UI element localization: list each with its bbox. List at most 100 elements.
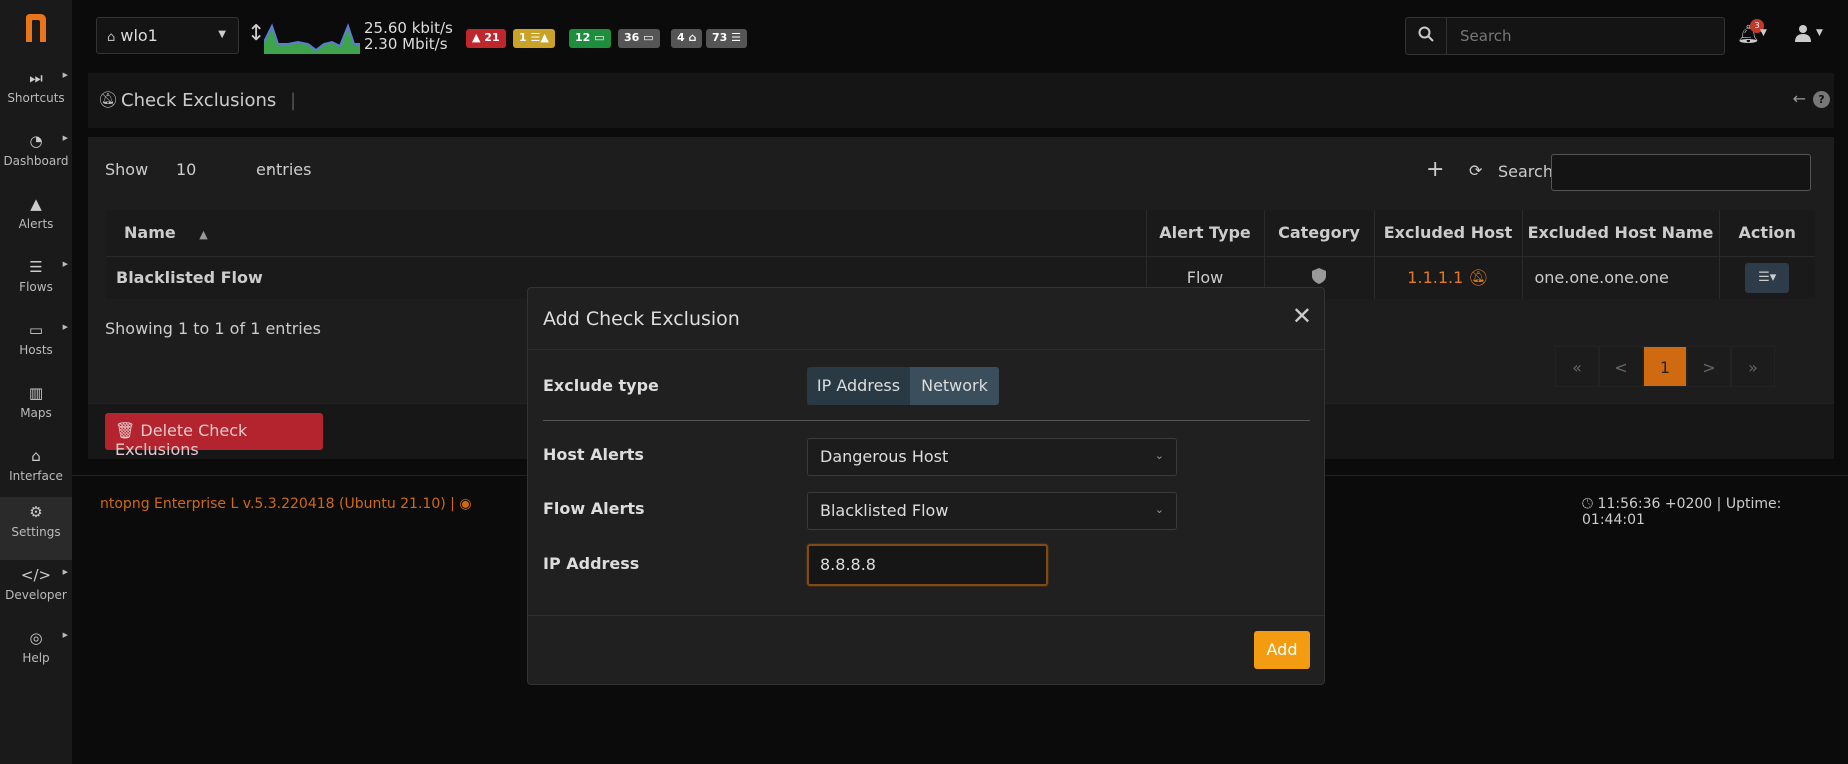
download-rate: 2.30 Mbit/s — [364, 35, 448, 53]
exclude-type-ip-address[interactable]: IP Address — [807, 367, 910, 405]
chevron-down-icon: ▼ — [218, 29, 226, 40]
back-arrow-icon[interactable]: ← — [1793, 89, 1806, 108]
table-search-label: Search — [1498, 162, 1553, 181]
sidebar-item-shortcuts[interactable]: ⏭ Shortcuts ▶ — [0, 63, 72, 126]
title-separator: | — [290, 90, 297, 111]
fast-forward-icon: ⏭ — [29, 69, 43, 87]
page-first-button[interactable]: « — [1555, 346, 1599, 387]
trash-icon: 🗑︎ — [115, 421, 136, 440]
column-excluded-host[interactable]: Excluded Host — [1374, 210, 1523, 257]
version-text[interactable]: ntopng Enterprise L v.5.3.220418 (Ubuntu… — [100, 496, 472, 512]
sidebar-item-label: Maps — [20, 406, 52, 420]
sidebar-item-flows[interactable]: ☰ Flows ▶ — [0, 252, 72, 315]
column-action[interactable]: Action — [1719, 210, 1815, 257]
flow-alerts-select[interactable]: Blacklisted Flow ⌄ — [807, 492, 1177, 530]
refresh-icon[interactable]: ⟳ — [1469, 161, 1482, 180]
github-icon[interactable]: ◉ — [459, 496, 471, 512]
ntopng-logo[interactable] — [22, 12, 50, 44]
chevron-right-icon: ▶ — [62, 71, 68, 79]
chevron-down-icon[interactable]: ▼ — [1816, 28, 1823, 38]
excluded-host-link[interactable]: 1.1.1.1 — [1407, 268, 1463, 287]
chevron-down-icon: ⌄ — [1154, 503, 1164, 516]
status-badge[interactable]: 36 ▭ — [618, 29, 660, 48]
host-alerts-value: Dangerous Host — [820, 447, 949, 466]
page-prev-button[interactable]: < — [1599, 346, 1643, 387]
version-label: ntopng Enterprise L v.5.3.220418 (Ubuntu… — [100, 496, 455, 512]
chevron-right-icon: ▶ — [62, 631, 68, 639]
add-button[interactable]: Add — [1254, 631, 1310, 669]
column-excluded-host-name[interactable]: Excluded Host Name — [1522, 210, 1720, 257]
ethernet-icon: ⌂ — [31, 447, 41, 465]
modal-title: Add Check Exclusion — [543, 308, 740, 330]
sidebar-item-settings[interactable]: ⚙ Settings — [0, 497, 72, 560]
laptop-icon: ▭ — [28, 321, 44, 339]
status-badge[interactable]: 73 ☰ — [706, 29, 747, 48]
gauge-icon: ◔ — [29, 132, 43, 150]
show-label: Show — [105, 160, 149, 179]
flow-alerts-value: Blacklisted Flow — [820, 501, 949, 520]
host-alerts-select[interactable]: Dangerous Host ⌄ — [807, 438, 1177, 476]
page-next-button[interactable]: > — [1687, 346, 1731, 387]
uptime-text: 🕓︎ 11:56:36 +0200 | Uptime: 01:44:01 — [1582, 496, 1848, 528]
sidebar-item-alerts[interactable]: ▲ Alerts — [0, 189, 72, 252]
chevron-right-icon: ▶ — [62, 260, 68, 268]
delete-exclusions-button[interactable]: 🗑︎ Delete Check Exclusions — [105, 413, 323, 459]
add-exclusion-button[interactable]: + — [1426, 157, 1444, 182]
column-name[interactable]: Name ▲ — [106, 210, 1147, 257]
ethernet-icon: ⌂ — [107, 30, 116, 45]
sidebar-item-help[interactable]: ◎ Help ▶ — [0, 623, 72, 686]
close-icon[interactable]: ✕ — [1292, 302, 1312, 330]
entries-per-page-select[interactable]: 10 ⌄ — [158, 156, 274, 184]
add-check-exclusion-modal: Add Check Exclusion ✕ Exclude type IP Ad… — [527, 287, 1325, 685]
lifebuoy-icon: ◎ — [29, 629, 43, 647]
traffic-sparkline[interactable] — [264, 22, 360, 54]
uptime-label: 11:56:36 +0200 | Uptime: 01:44:01 — [1582, 496, 1782, 528]
warning-icon: ▲ — [30, 195, 42, 213]
sort-ascending-icon: ▲ — [199, 228, 208, 242]
sidebar-item-label: Dashboard — [3, 154, 69, 168]
page-last-button[interactable]: » — [1731, 346, 1775, 387]
table-search-input[interactable] — [1551, 154, 1811, 191]
search-icon[interactable] — [1406, 18, 1447, 54]
status-badge[interactable]: 1 ☰▲ — [513, 29, 555, 48]
row-action-menu-button[interactable]: ☰▾ — [1745, 262, 1790, 293]
sidebar-item-hosts[interactable]: ▭ Hosts ▶ — [0, 315, 72, 378]
sidebar-item-label: Interface — [9, 469, 63, 483]
modal-header: Add Check Exclusion ✕ — [528, 288, 1324, 350]
ip-address-input[interactable]: 8.8.8.8 — [807, 544, 1048, 586]
search-input[interactable]: Search — [1460, 27, 1512, 45]
help-icon[interactable]: ? — [1813, 91, 1830, 108]
sidebar: ⏭ Shortcuts ▶ ◔ Dashboard ▶ ▲ Alerts ☰ Flows ▶ ▭ Hos… — [0, 0, 72, 764]
entries-label: entries — [256, 160, 312, 179]
gear-icon: ⚙ — [29, 503, 43, 521]
bell-slash-icon: 🔕︎ — [98, 90, 119, 109]
status-badge[interactable]: ▲ 21 — [466, 29, 506, 48]
chevron-down-icon[interactable]: ▼ — [1760, 28, 1767, 38]
global-search[interactable]: Search — [1405, 17, 1725, 55]
code-icon: </> — [20, 566, 52, 584]
sidebar-item-interface[interactable]: ⌂ Interface — [0, 441, 72, 504]
sidebar-item-maps[interactable]: ▥ Maps — [0, 378, 72, 441]
interface-selector[interactable]: ⌂ wlo1 ▼ — [96, 17, 239, 54]
status-badge[interactable]: 12 ▭ — [569, 29, 611, 48]
host-alerts-label: Host Alerts — [543, 445, 644, 464]
flow-alerts-label: Flow Alerts — [543, 499, 645, 518]
sidebar-item-label: Hosts — [19, 343, 53, 357]
column-name-label: Name — [124, 223, 176, 243]
page-title: Check Exclusions — [121, 90, 277, 111]
page-1-button[interactable]: 1 — [1643, 346, 1687, 387]
page-header: 🔕︎ Check Exclusions | ← ? — [88, 73, 1834, 128]
sidebar-item-developer[interactable]: </> Developer ▶ — [0, 560, 72, 623]
row-excluded-host[interactable]: 1.1.1.1 🔕︎ — [1374, 256, 1523, 299]
exclude-type-network[interactable]: Network — [910, 367, 999, 405]
exclude-type-label: Exclude type — [543, 376, 659, 395]
column-alert-type[interactable]: Alert Type — [1146, 210, 1265, 257]
exclusions-table: Name ▲ Alert Type Category Excluded Host… — [106, 210, 1815, 299]
column-category[interactable]: Category — [1264, 210, 1375, 257]
sidebar-item-dashboard[interactable]: ◔ Dashboard ▶ — [0, 126, 72, 189]
user-icon[interactable] — [1794, 24, 1812, 47]
sidebar-item-label: Help — [22, 651, 50, 665]
status-badge[interactable]: 4 ⌂ — [671, 29, 703, 48]
bell-slash-icon: 🔕︎ — [1468, 268, 1489, 288]
modal-footer-divider — [528, 615, 1324, 616]
